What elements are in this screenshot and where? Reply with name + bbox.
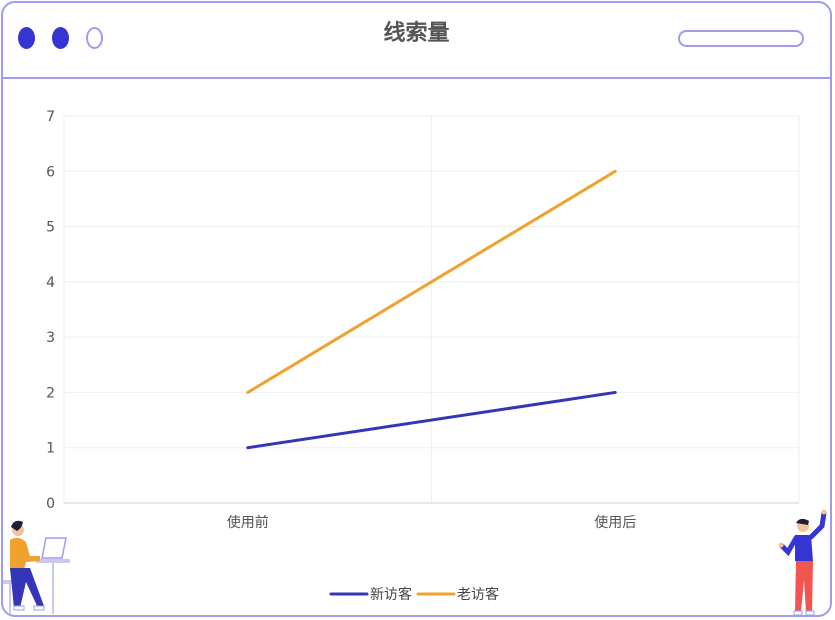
y-tick-label: 3: [46, 330, 55, 346]
legend-label: 老访客: [457, 586, 499, 603]
y-tick-label: 7: [46, 109, 55, 125]
x-tick-label: 使用后: [594, 514, 636, 531]
y-tick-label: 2: [46, 385, 55, 401]
chart-legend: 新访客 老访客: [329, 586, 499, 603]
y-tick-label: 4: [46, 275, 55, 291]
y-tick-label: 1: [46, 441, 55, 457]
line-chart: 0 1 2 3 4 5 6 7 使用前 使用后 新访客 老访客: [3, 109, 827, 616]
y-tick-label: 0: [46, 496, 55, 512]
person-pointing-illustration: [778, 509, 827, 616]
y-tick-label: 6: [46, 164, 55, 180]
person-at-laptop-illustration: [3, 520, 70, 614]
x-tick-label: 使用前: [227, 514, 269, 531]
chart-grid: [63, 115, 800, 504]
legend-label: 新访客: [370, 586, 412, 603]
chart-axes: 0 1 2 3 4 5 6 7 使用前 使用后: [46, 109, 636, 531]
y-tick-label: 5: [46, 220, 55, 236]
